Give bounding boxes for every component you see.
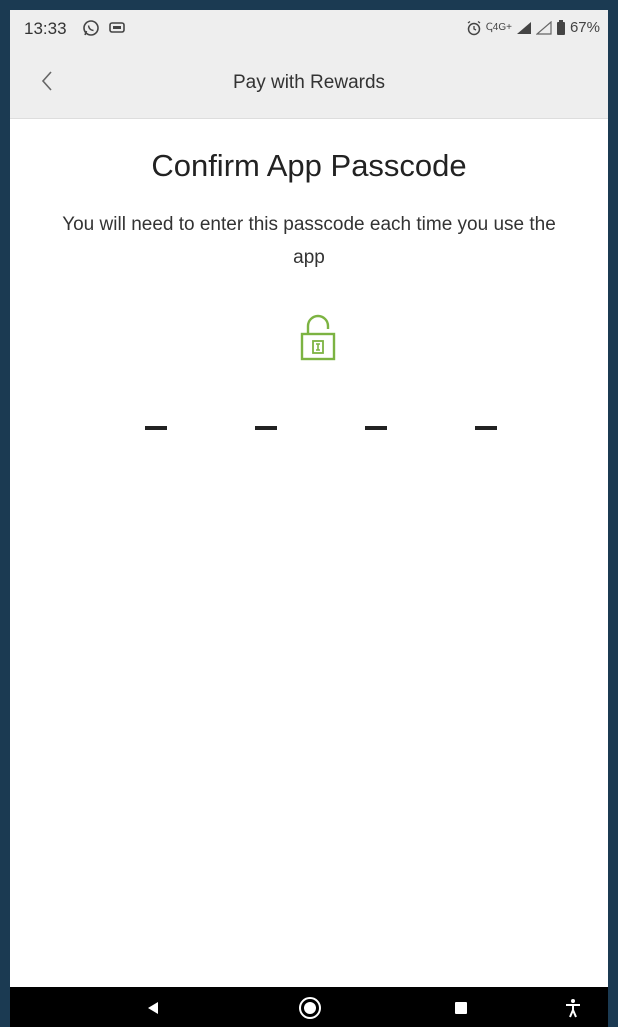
status-right-icons: ↅ4G+ 67% [466,19,600,36]
accessibility-icon [566,999,580,1018]
app-bar-title: Pay with Rewards [232,72,386,93]
lock-icon [300,314,336,361]
page-title: Confirm App Passcode [151,148,467,183]
passcode-slot-1[interactable] [145,426,167,430]
system-nav-bar [10,987,608,1027]
recents-icon [455,1002,467,1014]
battery-icon [556,19,565,35]
status-bar: 13:33 ↅ4G+ 67% [10,10,608,46]
nav-accessibility-button[interactable] [560,995,586,1021]
nav-home-button[interactable] [297,995,323,1021]
phone-screen: 13:33 ↅ4G+ 67% Pay with Rewards Confirm … [10,10,608,1027]
battery-percent: 67% [569,19,600,36]
back-icon [148,1002,158,1014]
app-bar: Pay with Rewards [10,46,608,119]
network-type: ↅ4G+ [485,22,512,33]
status-time: 13:33 [24,19,67,38]
message-icon [109,22,125,33]
signal-empty-icon [535,20,552,35]
whatsapp-icon [83,20,99,36]
passcode-slot-4[interactable] [475,426,497,430]
passcode-slot-2[interactable] [255,426,277,430]
status-left-icons [82,19,126,37]
alarm-icon [467,20,481,35]
page-subtitle: You will need to enter this passcode eac… [62,214,556,268]
signal-icon [516,21,531,34]
nav-back-button[interactable] [140,995,166,1021]
home-icon [299,997,321,1019]
passcode-slot-3[interactable] [365,426,387,430]
nav-recents-button[interactable] [448,995,474,1021]
